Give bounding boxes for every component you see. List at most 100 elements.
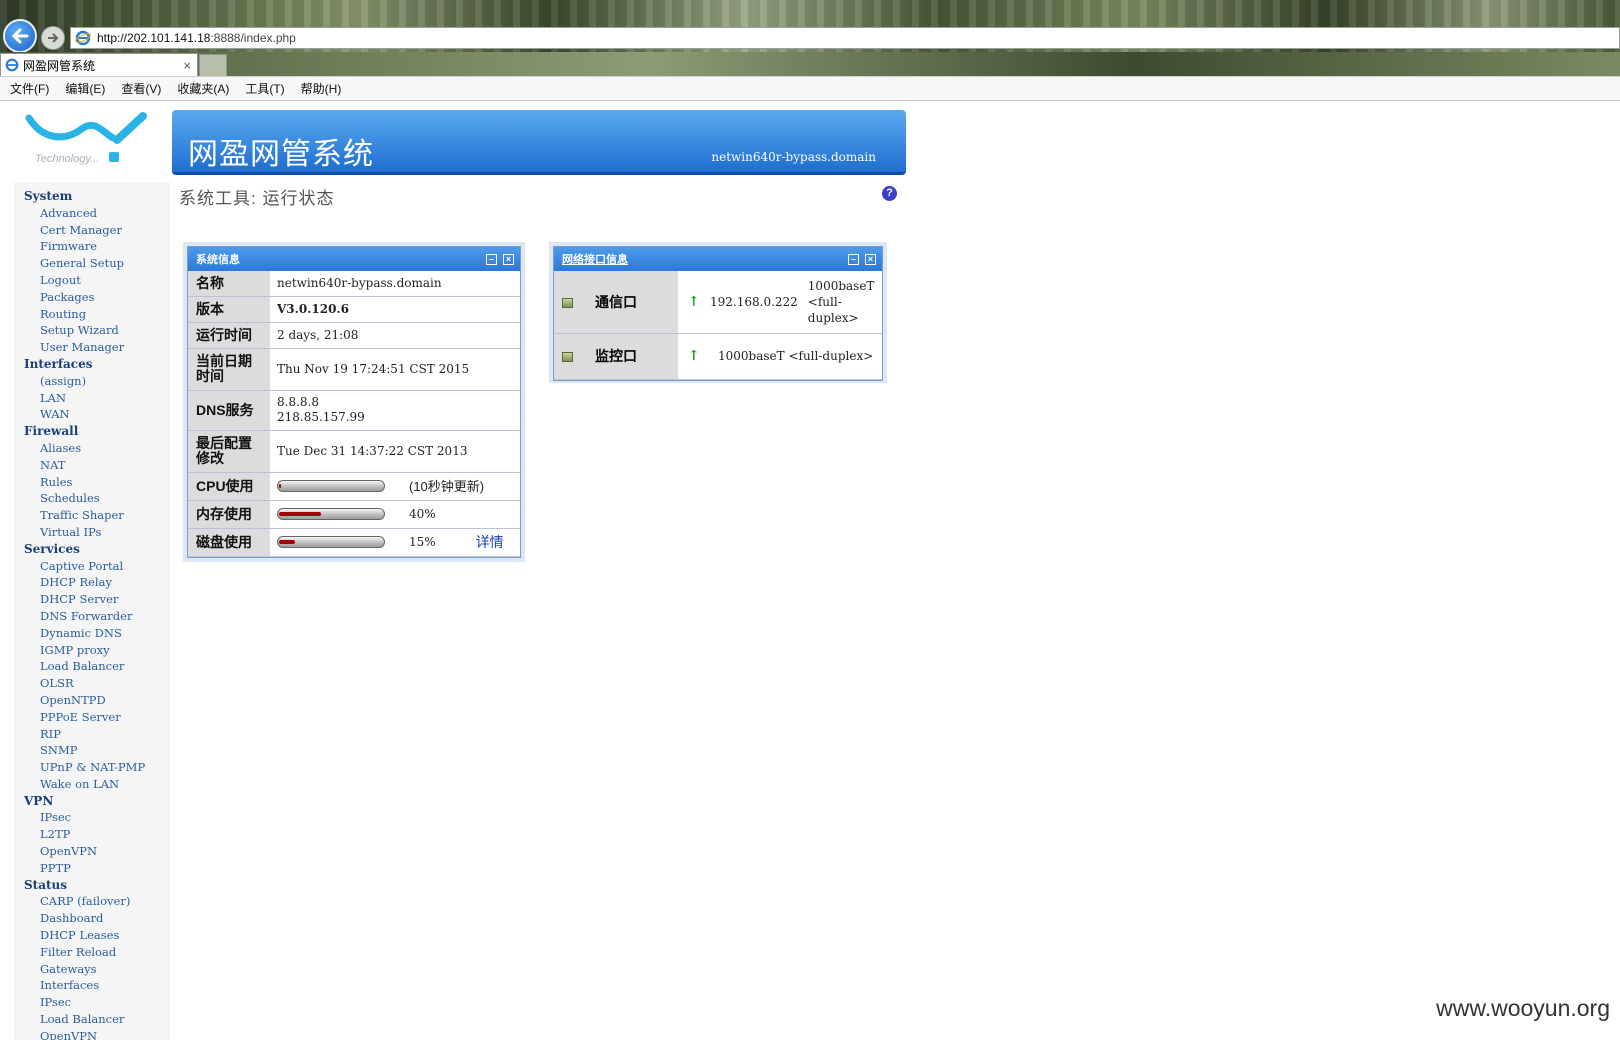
dns-server-1: 8.8.8.8 — [277, 395, 319, 409]
sidebar-item-aliases[interactable]: Aliases — [14, 440, 170, 457]
sidebar-item-openvpn[interactable]: OpenVPN — [14, 843, 170, 860]
interface-media: 1000baseT <full-duplex> — [718, 349, 874, 363]
table-row: 磁盘使用 15% 详情 — [188, 528, 520, 557]
sidebar-item-rules[interactable]: Rules — [14, 474, 170, 491]
sidebar-item-upnp-nat-pmp[interactable]: UPnP & NAT-PMP — [14, 759, 170, 776]
sidebar-item-firmware[interactable]: Firmware — [14, 238, 170, 255]
address-bar[interactable]: http://202.101.141.18:8888/index.php — [70, 27, 1620, 49]
sidebar-item-wan[interactable]: WAN — [14, 406, 170, 423]
sidebar-item-virtual-ips[interactable]: Virtual IPs — [14, 524, 170, 541]
table-row: 版本 V3.0.120.6 — [188, 296, 520, 323]
interface-info-cell: ↑ 192.168.0.222 1000baseT <full-duplex> — [678, 271, 882, 334]
sidebar-item-openntpd[interactable]: OpenNTPD — [14, 692, 170, 709]
menu-bar: 文件(F) 编辑(E) 查看(V) 收藏夹(A) 工具(T) 帮助(H) — [0, 76, 1620, 101]
row-label: 内存使用 — [188, 500, 270, 529]
table-row: 通信口 ↑ 192.168.0.222 1000baseT <full-dupl… — [554, 271, 882, 334]
interface-media: 1000baseT <full-duplex> — [807, 278, 875, 325]
sidebar-item-wake-on-lan[interactable]: Wake on LAN — [14, 776, 170, 793]
sidebar-section-interfaces: Interfaces — [24, 356, 93, 371]
ie-icon — [5, 58, 19, 72]
network-interfaces-widget: 网络接口信息 – × 通信口 ↑ 192.168.0.222 1000baseT… — [549, 242, 887, 383]
widget-header: 网络接口信息 – × — [554, 247, 882, 271]
row-value: netwin640r-bypass.domain — [270, 271, 520, 297]
tab-active[interactable]: 网盈网管系统 × — [0, 53, 198, 76]
sidebar-item-traffic-shaper[interactable]: Traffic Shaper — [14, 507, 170, 524]
sidebar-item-routing[interactable]: Routing — [14, 306, 170, 323]
sidebar-section-services: Services — [24, 541, 80, 556]
close-icon[interactable]: × — [865, 253, 876, 265]
table-row: DNS服务 8.8.8.8 218.85.157.99 — [188, 390, 520, 431]
sidebar-item-dns-forwarder[interactable]: DNS Forwarder — [14, 608, 170, 625]
sidebar-item-rip[interactable]: RIP — [14, 726, 170, 743]
sidebar-item-dhcp-server[interactable]: DHCP Server — [14, 591, 170, 608]
row-value: 8.8.8.8 218.85.157.99 — [270, 390, 520, 431]
system-info-widget: 系统信息 – × 名称 netwin640r-bypass.domain 版本 … — [183, 242, 525, 562]
row-value: (10秒钟更新) — [270, 472, 520, 501]
sidebar-item-dynamic-dns[interactable]: Dynamic DNS — [14, 625, 170, 642]
disk-usage-bar — [277, 536, 385, 548]
interface-name[interactable]: 通信口 — [595, 294, 637, 310]
sidebar-item-packages[interactable]: Packages — [14, 289, 170, 306]
back-button[interactable] — [3, 19, 37, 53]
sidebar-item-lan[interactable]: LAN — [14, 390, 170, 407]
close-icon[interactable]: × — [503, 253, 514, 265]
sidebar-item-user-manager[interactable]: User Manager — [14, 339, 170, 356]
sidebar-item-assign[interactable]: (assign) — [14, 373, 170, 390]
sidebar-item-snmp[interactable]: SNMP — [14, 742, 170, 759]
disk-details-link[interactable]: 详情 — [476, 534, 504, 550]
sidebar-item-dhcp-relay[interactable]: DHCP Relay — [14, 574, 170, 591]
sidebar-item-pptp[interactable]: PPTP — [14, 860, 170, 877]
new-tab-button[interactable] — [199, 54, 227, 76]
network-card-icon — [562, 352, 573, 363]
help-icon[interactable]: ? — [882, 186, 897, 201]
sidebar-item-ipsec[interactable]: IPsec — [14, 809, 170, 826]
menu-help[interactable]: 帮助(H) — [301, 80, 342, 97]
sidebar-item-openvpn[interactable]: OpenVPN — [14, 1028, 170, 1040]
sidebar-item-captive-portal[interactable]: Captive Portal — [14, 558, 170, 575]
sidebar-item-pppoe-server[interactable]: PPPoE Server — [14, 709, 170, 726]
sidebar-item-cert-manager[interactable]: Cert Manager — [14, 222, 170, 239]
forward-button[interactable] — [41, 26, 65, 50]
row-value: 2 days, 21:08 — [270, 322, 520, 349]
menu-edit[interactable]: 编辑(E) — [65, 80, 105, 97]
menu-favorites[interactable]: 收藏夹(A) — [177, 80, 229, 97]
sidebar-item-interfaces[interactable]: Interfaces — [14, 977, 170, 994]
sidebar-item-ipsec[interactable]: IPsec — [14, 994, 170, 1011]
sidebar-item-load-balancer[interactable]: Load Balancer — [14, 1011, 170, 1028]
logo[interactable]: Technology... — [25, 112, 153, 172]
sidebar-item-olsr[interactable]: OLSR — [14, 675, 170, 692]
sidebar-item-gateways[interactable]: Gateways — [14, 961, 170, 978]
sidebar-item-schedules[interactable]: Schedules — [14, 490, 170, 507]
sidebar-item-advanced[interactable]: Advanced — [14, 205, 170, 222]
menu-tools[interactable]: 工具(T) — [245, 80, 284, 97]
row-value: 15% 详情 — [270, 528, 520, 557]
sidebar-item-load-balancer[interactable]: Load Balancer — [14, 658, 170, 675]
row-value: 40% — [270, 500, 520, 529]
interface-name[interactable]: 监控口 — [595, 348, 637, 364]
minimize-icon[interactable]: – — [848, 253, 859, 265]
sidebar-item-dashboard[interactable]: Dashboard — [14, 910, 170, 927]
header-title: 网盈网管系统 — [188, 138, 374, 171]
table-row: 最后配置修改 Tue Dec 31 14:37:22 CST 2013 — [188, 430, 520, 473]
sidebar-item-nat[interactable]: NAT — [14, 457, 170, 474]
sidebar-item-setup-wizard[interactable]: Setup Wizard — [14, 322, 170, 339]
interface-name-cell: 通信口 — [554, 271, 678, 334]
memory-usage-fill — [279, 512, 321, 516]
cpu-usage-bar — [277, 480, 385, 492]
menu-file[interactable]: 文件(F) — [10, 80, 49, 97]
sidebar-item-carp-failover[interactable]: CARP (failover) — [14, 893, 170, 910]
minimize-icon[interactable]: – — [486, 253, 497, 265]
sidebar-item-igmp-proxy[interactable]: IGMP proxy — [14, 642, 170, 659]
sidebar-item-l2tp[interactable]: L2TP — [14, 826, 170, 843]
widget-title[interactable]: 网络接口信息 — [562, 251, 848, 267]
header-banner: 网盈网管系统 netwin640r-bypass.domain — [172, 110, 906, 175]
ie-icon — [75, 30, 91, 46]
sidebar-item-logout[interactable]: Logout — [14, 272, 170, 289]
sidebar-item-filter-reload[interactable]: Filter Reload — [14, 944, 170, 961]
sidebar-item-dhcp-leases[interactable]: DHCP Leases — [14, 927, 170, 944]
arrow-right-icon — [48, 33, 59, 43]
tab-close-icon[interactable]: × — [183, 58, 191, 73]
sidebar-item-general-setup[interactable]: General Setup — [14, 255, 170, 272]
table-row: CPU使用 (10秒钟更新) — [188, 472, 520, 501]
menu-view[interactable]: 查看(V) — [121, 80, 161, 97]
